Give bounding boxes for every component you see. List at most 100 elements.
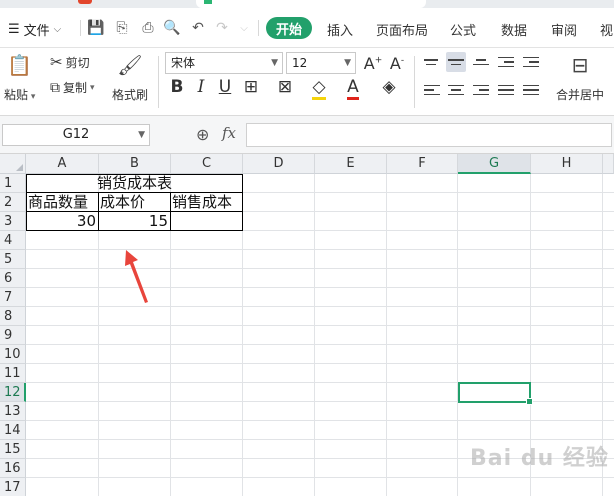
align-top-icon[interactable]: [422, 52, 442, 72]
separator: [258, 20, 259, 36]
active-document-tab[interactable]: [196, 0, 426, 8]
column-header-c[interactable]: C: [171, 154, 243, 174]
row-header-3[interactable]: 3: [0, 212, 26, 231]
align-left-icon[interactable]: [422, 80, 442, 100]
menu-bar: ☰ 文件 ⌵ 💾 ⎘ ⎙ 🔍 ↶ ↷ ⌵ 开始 插入 页面布局 公式 数据 审阅…: [0, 8, 614, 48]
column-header-d[interactable]: D: [243, 154, 315, 174]
row-header-2[interactable]: 2: [0, 193, 26, 212]
row-header-12[interactable]: 12: [0, 383, 26, 402]
paint-brush-icon: 🖌: [117, 53, 143, 77]
align-bottom-icon[interactable]: [471, 52, 491, 72]
font-size-select[interactable]: 12 ▼: [286, 52, 356, 74]
tab-indicator-red: [78, 0, 92, 4]
annotation-arrow-icon: [125, 250, 148, 303]
tab-insert[interactable]: 插入: [327, 20, 353, 39]
undo-icon[interactable]: ↶: [188, 18, 208, 38]
gridline: [457, 174, 458, 496]
gridline: [26, 363, 614, 364]
decrease-indent-icon[interactable]: [496, 52, 516, 72]
merge-center-button[interactable]: ⊟ 合并居中: [556, 52, 604, 103]
customize-chevron-icon[interactable]: ⌵: [234, 18, 254, 38]
column-header-b[interactable]: B: [99, 154, 171, 174]
row-header-8[interactable]: 8: [0, 307, 26, 326]
cell-b3[interactable]: 15: [99, 212, 168, 231]
borders-icon[interactable]: ⊞: [240, 77, 262, 97]
align-right-icon[interactable]: [471, 80, 491, 100]
align-center-icon[interactable]: [446, 80, 466, 100]
column-header-e[interactable]: E: [315, 154, 387, 174]
decrease-font-icon[interactable]: A-: [386, 54, 408, 73]
separator: [414, 56, 415, 108]
cell-a3[interactable]: 30: [27, 212, 96, 231]
gridline: [26, 268, 614, 269]
increase-font-icon[interactable]: A+: [362, 54, 384, 73]
gridline: [26, 306, 614, 307]
tab-indicator-green: [204, 0, 212, 4]
font-color-icon[interactable]: A: [342, 77, 364, 100]
paste-label: 粘贴: [4, 88, 29, 102]
font-name-select[interactable]: 宋体 ▼: [165, 52, 283, 74]
tab-home[interactable]: 开始: [266, 17, 312, 39]
column-header-f[interactable]: F: [387, 154, 458, 174]
row-header-10[interactable]: 10: [0, 345, 26, 364]
save-icon[interactable]: 💾: [86, 18, 106, 38]
clipboard-icon: 📋: [7, 53, 33, 77]
file-menu[interactable]: ☰ 文件 ⌵: [8, 20, 61, 39]
row-header-1[interactable]: 1: [0, 174, 26, 193]
tab-data[interactable]: 数据: [501, 20, 527, 39]
merge-center-label: 合并居中: [556, 88, 605, 102]
diagonal-border-icon[interactable]: ⊠: [274, 77, 296, 97]
clear-format-icon[interactable]: ◈: [378, 77, 400, 97]
row-header-11[interactable]: 11: [0, 364, 26, 383]
format-painter-button[interactable]: 🖌 格式刷: [112, 52, 148, 103]
copy-button[interactable]: ⧉ 复制 ▾: [50, 79, 95, 96]
copy-label: 复制: [63, 81, 88, 95]
cell-c2[interactable]: 销售成本: [172, 193, 232, 212]
select-all-corner[interactable]: [0, 154, 26, 174]
tab-view[interactable]: 视: [600, 20, 613, 39]
column-header-a[interactable]: A: [26, 154, 99, 174]
cut-button[interactable]: ✂ 剪切: [50, 53, 90, 71]
export-pdf-icon[interactable]: ⎘: [112, 18, 132, 38]
fx-icon[interactable]: fx: [222, 124, 236, 142]
formula-input[interactable]: [246, 123, 612, 147]
distributed-icon[interactable]: [521, 80, 541, 100]
row-header-16[interactable]: 16: [0, 459, 26, 478]
name-box[interactable]: G12 ▼: [2, 124, 150, 146]
increase-indent-icon[interactable]: [521, 52, 541, 72]
print-preview-icon[interactable]: 🔍: [162, 18, 182, 38]
align-middle-icon[interactable]: [446, 52, 466, 72]
row-header-4[interactable]: 4: [0, 231, 26, 250]
tab-formulas[interactable]: 公式: [450, 20, 476, 39]
print-icon[interactable]: ⎙: [138, 18, 158, 38]
tab-page-layout[interactable]: 页面布局: [376, 20, 428, 39]
cell-a2[interactable]: 商品数量: [28, 193, 88, 212]
row-header-15[interactable]: 15: [0, 440, 26, 459]
row-header-9[interactable]: 9: [0, 326, 26, 345]
row-header-17[interactable]: 17: [0, 478, 26, 496]
formula-bar: G12 ▼ ⊕ fx: [0, 116, 614, 154]
row-header-13[interactable]: 13: [0, 402, 26, 421]
paste-button[interactable]: 📋 粘贴 ▾: [4, 52, 35, 103]
redo-icon[interactable]: ↷: [212, 18, 232, 38]
row-header-5[interactable]: 5: [0, 250, 26, 269]
underline-icon[interactable]: U: [214, 77, 236, 97]
tab-review[interactable]: 审阅: [551, 20, 577, 39]
fill-color-icon[interactable]: ◇: [308, 77, 330, 100]
gridline: [314, 174, 315, 496]
row-header-7[interactable]: 7: [0, 288, 26, 307]
cell-b2[interactable]: 成本价: [100, 193, 145, 212]
row-header-6[interactable]: 6: [0, 269, 26, 288]
zoom-search-icon[interactable]: ⊕: [196, 125, 209, 144]
column-header-g[interactable]: G: [458, 154, 531, 174]
chevron-down-icon: ▼: [271, 58, 278, 68]
bold-icon[interactable]: B: [166, 77, 188, 97]
cell-a1-title[interactable]: 销货成本表: [27, 174, 242, 193]
scissors-icon: ✂: [50, 53, 63, 71]
italic-icon[interactable]: I: [190, 77, 212, 97]
column-header-i[interactable]: [603, 154, 614, 174]
selected-cell-g12[interactable]: [458, 382, 533, 405]
row-header-14[interactable]: 14: [0, 421, 26, 440]
column-header-h[interactable]: H: [531, 154, 603, 174]
justify-icon[interactable]: [496, 80, 516, 100]
